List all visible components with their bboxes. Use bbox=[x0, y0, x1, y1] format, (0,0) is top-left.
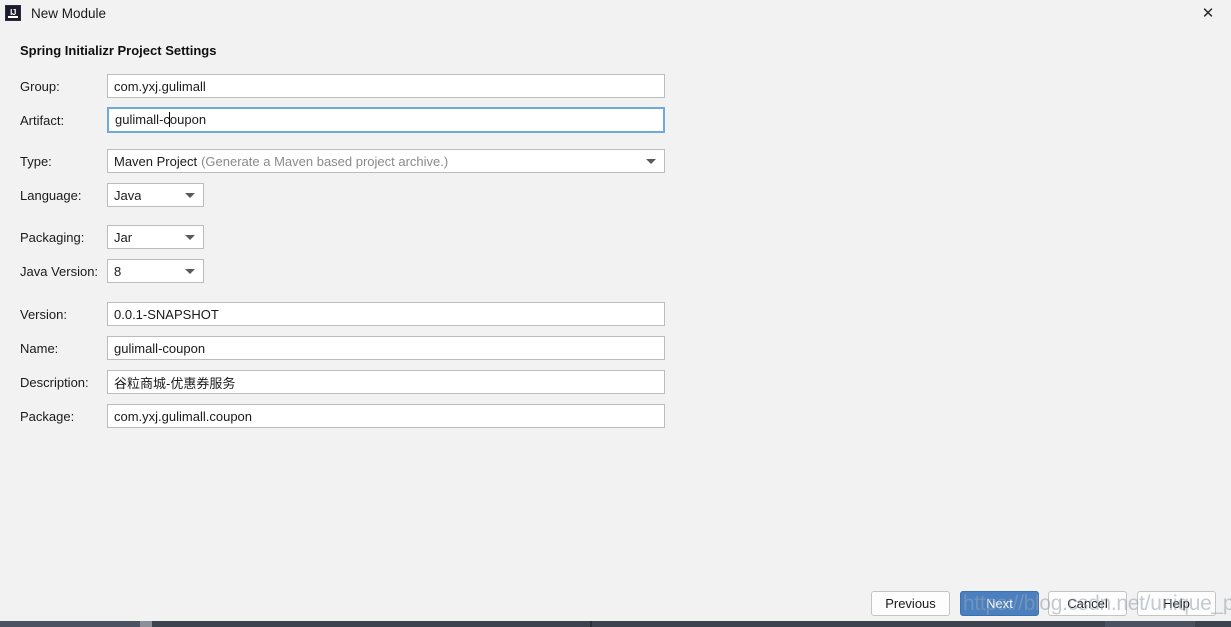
packaging-combo-value: Jar bbox=[114, 229, 133, 245]
label-package: Package: bbox=[20, 409, 75, 424]
label-group: Group: bbox=[20, 79, 60, 94]
language-combo[interactable]: Java bbox=[107, 183, 204, 207]
name-input[interactable] bbox=[107, 336, 665, 360]
cancel-button[interactable]: Cancel bbox=[1048, 591, 1127, 616]
previous-button[interactable]: Previous bbox=[871, 591, 950, 616]
artifact-input-value: gulimall-coupon bbox=[115, 112, 207, 127]
java-version-combo-value: 8 bbox=[114, 263, 122, 279]
label-java-version: Java Version: bbox=[20, 264, 99, 279]
chevron-down-icon bbox=[185, 269, 195, 274]
chevron-down-icon bbox=[646, 159, 656, 164]
type-combo[interactable]: Maven Project (Generate a Maven based pr… bbox=[107, 149, 665, 173]
label-version: Version: bbox=[20, 307, 67, 322]
package-input[interactable] bbox=[107, 404, 665, 428]
type-combo-value: Maven Project bbox=[114, 153, 198, 169]
label-description: Description: bbox=[20, 375, 89, 390]
version-input[interactable] bbox=[107, 302, 665, 326]
next-button[interactable]: Next bbox=[960, 591, 1039, 616]
help-button[interactable]: Help bbox=[1137, 591, 1216, 616]
label-artifact: Artifact: bbox=[20, 113, 65, 128]
chevron-down-icon bbox=[185, 193, 195, 198]
label-language: Language: bbox=[20, 188, 82, 203]
packaging-combo[interactable]: Jar bbox=[107, 225, 204, 249]
window-title: New Module bbox=[31, 5, 107, 21]
close-icon[interactable]: ✕ bbox=[1185, 0, 1231, 26]
dialog-content: Spring Initializr Project Settings Group… bbox=[0, 26, 1231, 583]
description-input[interactable] bbox=[107, 370, 665, 394]
dialog-footer: Previous Next Cancel Help bbox=[0, 583, 1231, 621]
page-title: Spring Initializr Project Settings bbox=[20, 43, 217, 58]
label-packaging: Packaging: bbox=[20, 230, 85, 245]
label-name: Name: bbox=[20, 341, 59, 356]
chevron-down-icon bbox=[185, 235, 195, 240]
java-version-combo[interactable]: 8 bbox=[107, 259, 204, 283]
artifact-input[interactable]: gulimall-coupon bbox=[107, 107, 665, 133]
type-combo-hint: (Generate a Maven based project archive.… bbox=[201, 153, 449, 169]
label-type: Type: bbox=[20, 154, 52, 169]
intellij-idea-icon: IJ bbox=[5, 5, 21, 21]
taskbar-strip bbox=[0, 621, 1231, 627]
window-titlebar: IJ New Module ✕ bbox=[0, 0, 1231, 26]
group-input[interactable] bbox=[107, 74, 665, 98]
language-combo-value: Java bbox=[114, 187, 142, 203]
